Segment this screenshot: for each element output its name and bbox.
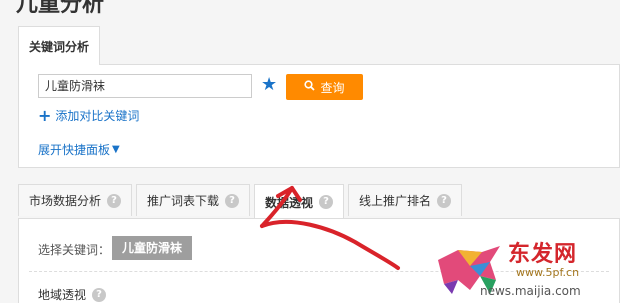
add-compare-link[interactable]: + 添加对比关键词 — [38, 107, 139, 124]
tab-label: 推广词表下载 — [147, 194, 220, 208]
watermark: 东发网 www.5pf.cn news.maijia.com — [430, 236, 620, 303]
question-icon[interactable]: ? — [92, 287, 107, 302]
expand-panel-label: 展开快捷面板 — [38, 143, 111, 157]
selected-keyword-badge[interactable]: 儿童防滑袜 — [112, 236, 193, 260]
tab-data-perspective[interactable]: 数据透视 ? — [254, 184, 345, 219]
question-icon[interactable]: ? — [225, 193, 240, 208]
add-compare-label: 添加对比关键词 — [55, 109, 140, 123]
search-icon — [304, 80, 316, 94]
star-icon[interactable]: ★ — [261, 76, 277, 94]
tab-label: 线上推广排名 — [359, 194, 432, 208]
tab-online-ranking[interactable]: 线上推广排名 ? — [348, 184, 463, 216]
watermark-source: news.maijia.com — [480, 284, 581, 298]
analysis-tabs: 市场数据分析 ? 推广词表下载 ? 数据透视 ? 线上推广排名 ? — [18, 184, 466, 219]
expand-panel-link[interactable]: 展开快捷面板 ▼ — [38, 141, 120, 158]
tab-label: 市场数据分析 — [29, 194, 102, 208]
tab-label: 数据透视 — [265, 195, 314, 210]
region-label: 地域透视 — [38, 288, 87, 302]
watermark-brand: 东发网 — [508, 241, 578, 267]
caret-down-icon: ▼ — [112, 144, 120, 155]
query-button-label: 查询 — [320, 80, 345, 95]
question-icon[interactable]: ? — [437, 193, 452, 208]
tab-keyword-analysis[interactable]: 关键词分析 — [18, 26, 100, 65]
tab-keyword-download[interactable]: 推广词表下载 ? — [136, 184, 251, 216]
watermark-url: www.5pf.cn — [516, 266, 580, 279]
query-button[interactable]: 查询 — [286, 74, 363, 100]
question-icon[interactable]: ? — [319, 195, 334, 209]
select-keyword-label: 选择关键词： — [38, 243, 111, 257]
plus-icon: + — [38, 105, 52, 125]
region-perspective-heading: 地域透视 ? — [38, 286, 107, 303]
keyword-analysis-card: 关键词分析 儿童防滑袜 ★ 查询 + 添加对比关键词 展开快捷面板 ▼ — [18, 26, 620, 168]
question-icon[interactable]: ? — [107, 193, 122, 208]
tab-market-data[interactable]: 市场数据分析 ? — [18, 184, 133, 216]
keyword-panel: 儿童防滑袜 ★ 查询 + 添加对比关键词 展开快捷面板 ▼ — [18, 64, 620, 168]
page-title: 儿童分析 — [16, 0, 105, 17]
search-input[interactable]: 儿童防滑袜 — [38, 74, 252, 98]
